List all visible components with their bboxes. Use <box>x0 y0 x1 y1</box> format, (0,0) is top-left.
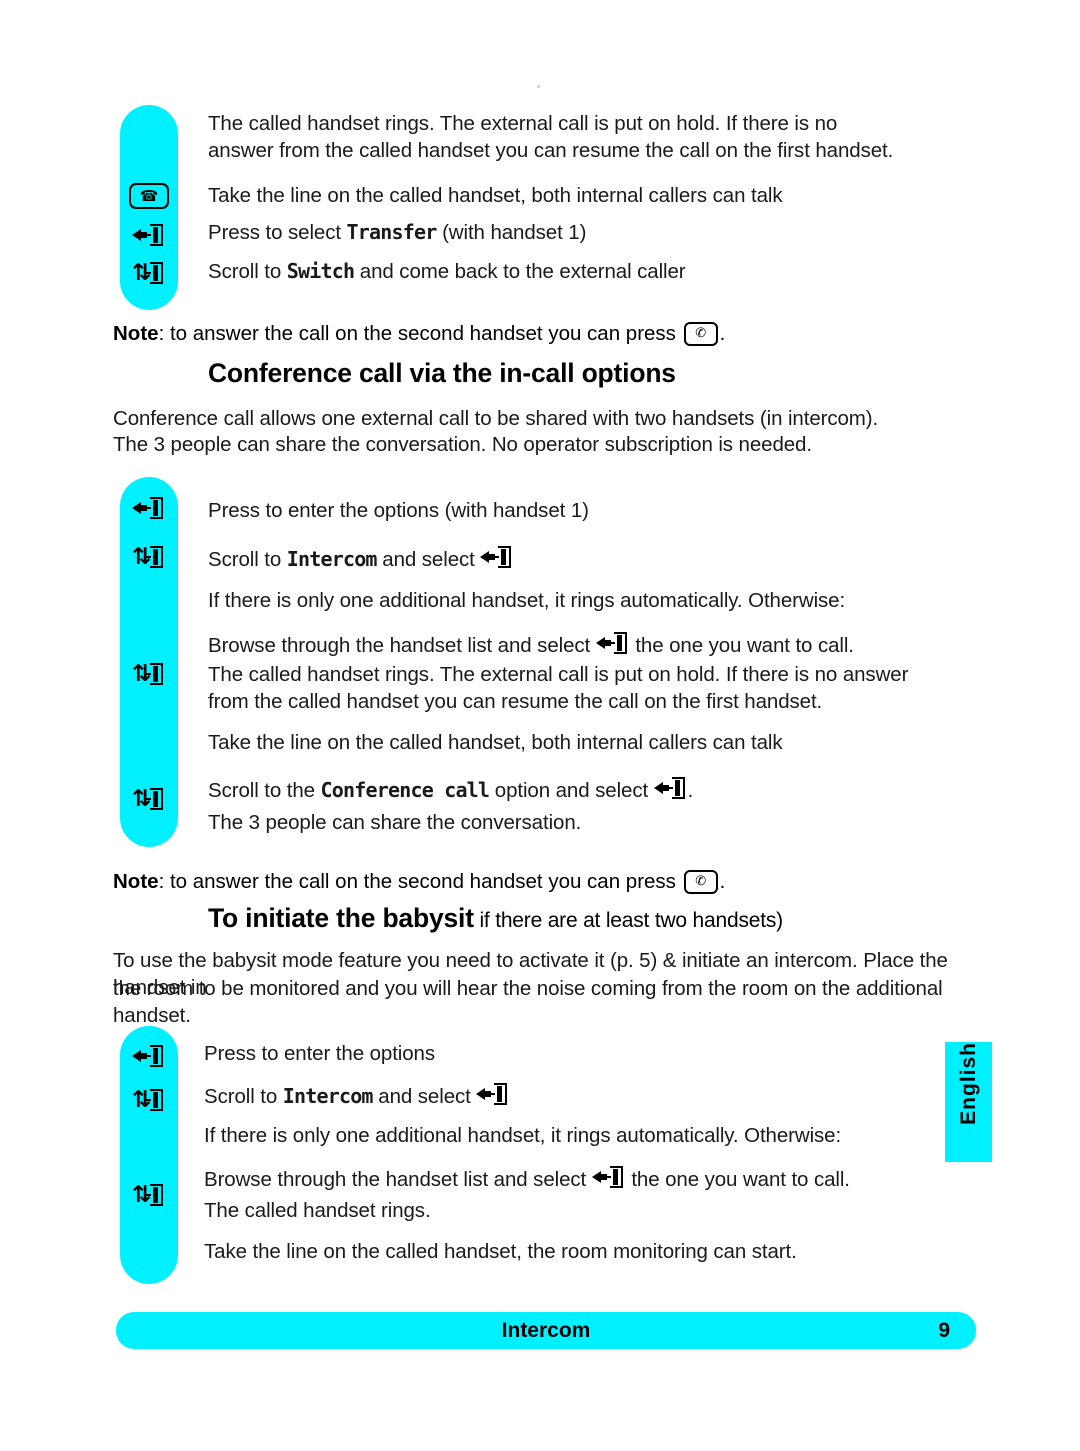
heading-babysit-subtitle: if there are at least two handsets) <box>473 909 783 932</box>
note-label: Note <box>113 870 159 893</box>
transfer-line-3-post: (with handset 1) <box>436 221 587 244</box>
select-key-icon <box>595 631 630 655</box>
heading-conference-text: Conference call via the in-call options <box>208 358 676 388</box>
note-text: : to answer the call on the second hands… <box>158 322 682 345</box>
conference-step-4: Browse through the handset list and sele… <box>208 631 968 659</box>
page-footer: Intercom 9 <box>116 1312 976 1349</box>
transfer-line-4-post: and come back to the external caller <box>354 260 686 283</box>
scroll-key-icon: ⇅ <box>120 1183 178 1208</box>
note-text-end: . <box>719 870 726 893</box>
transfer-line-3-pre: Press to select <box>208 221 347 244</box>
select-key-icon <box>120 496 178 521</box>
select-key-icon <box>120 1044 178 1069</box>
babysit-step-4-post: the one you want to call. <box>625 1168 850 1191</box>
conference-step-4-pre: Browse through the handset list and sele… <box>208 634 596 657</box>
intro-conference-line-2: The 3 people can share the conversation.… <box>113 431 943 458</box>
babysit-step-5-text: The called handset rings. <box>204 1199 431 1222</box>
footer-page-number: 9 <box>938 1318 950 1342</box>
conference-step-2-pre: Scroll to <box>208 548 287 571</box>
conference-step-5: The called handset rings. The external c… <box>208 661 968 688</box>
note-transfer: Note: to answer the call on the second h… <box>113 320 913 347</box>
language-tab-label: English <box>956 1042 980 1125</box>
step-rail-conference: ⇅ ⇅ ⇅ <box>120 477 178 847</box>
intro-babysit-text-2: the room to be monitored and you will he… <box>113 977 943 1027</box>
babysit-step-3: If there is only one additional handset,… <box>204 1122 934 1149</box>
heading-babysit-text: To initiate the babysit <box>208 903 474 933</box>
talk-key-icon: ☎ <box>120 183 178 209</box>
page-title-babysit: To initiate the babysit if there are at … <box>208 903 1008 934</box>
transfer-line-2-text: Take the line on the called handset, bot… <box>208 184 783 207</box>
lcd-intercom: Intercom <box>286 547 378 571</box>
scroll-key-icon: ⇅ <box>120 787 178 812</box>
scroll-key-icon: ⇅ <box>120 261 178 286</box>
conference-step-8-post: . <box>687 779 694 802</box>
conference-step-8: Scroll to the Conference call option and… <box>208 776 968 804</box>
note-text-end: . <box>719 322 726 345</box>
lcd-intercom: Intercom <box>282 1084 374 1108</box>
select-key-icon <box>591 1165 626 1189</box>
transfer-line-3: Press to select Transfer (with handset 1… <box>208 219 908 246</box>
babysit-step-5: The called handset rings. <box>204 1197 934 1224</box>
transfer-line-2: Take the line on the called handset, bot… <box>208 182 908 209</box>
footer-section-title: Intercom <box>501 1318 591 1342</box>
conference-step-7-text: Take the line on the called handset, bot… <box>208 731 783 754</box>
babysit-step-4: Browse through the handset list and sele… <box>204 1165 964 1193</box>
babysit-step-6-text: Take the line on the called handset, the… <box>204 1240 797 1263</box>
lcd-conference-call: Conference call <box>320 778 490 802</box>
transfer-line-4: Scroll to Switch and come back to the ex… <box>208 258 908 285</box>
scroll-key-icon: ⇅ <box>120 662 178 687</box>
select-key-icon <box>120 223 178 248</box>
conference-step-9: The 3 people can share the conversation. <box>208 809 968 836</box>
conference-step-7: Take the line on the called handset, bot… <box>208 729 968 756</box>
conference-step-6: from the called handset you can resume t… <box>208 688 968 715</box>
babysit-step-6: Take the line on the called handset, the… <box>204 1238 964 1265</box>
conference-step-4-post: the one you want to call. <box>629 634 854 657</box>
conference-step-3: If there is only one additional handset,… <box>208 587 968 614</box>
conference-step-5-text: The called handset rings. The external c… <box>208 663 909 686</box>
babysit-step-4-pre: Browse through the handset list and sele… <box>204 1168 592 1191</box>
step-rail-transfer: ☎ ⇅ <box>120 105 178 310</box>
intro-conference-line-1: Conference call allows one external call… <box>113 405 943 432</box>
intro-conference-text-2: The 3 people can share the conversation.… <box>113 433 812 456</box>
babysit-step-2: Scroll to Intercom and select <box>204 1082 934 1110</box>
page-title-conference: Conference call via the in-call options <box>208 358 968 389</box>
note-text: : to answer the call on the second hands… <box>158 870 682 893</box>
intro-babysit-line-2: the room to be monitored and you will he… <box>113 975 983 1029</box>
step-rail-babysit: ⇅ ⇅ <box>120 1026 178 1284</box>
transfer-line-4-pre: Scroll to <box>208 260 287 283</box>
transfer-line-1-text: The called handset rings. The external c… <box>208 112 894 162</box>
babysit-step-1: Press to enter the options <box>204 1040 934 1067</box>
select-key-icon <box>476 1082 510 1106</box>
transfer-line-1: The called handset rings. The external c… <box>208 110 908 164</box>
babysit-step-3-text: If there is only one additional handset,… <box>204 1124 842 1147</box>
language-tab-english: English <box>945 1042 992 1162</box>
conference-step-3-text: If there is only one additional handset,… <box>208 589 846 612</box>
note-conference: Note: to answer the call on the second h… <box>113 868 933 895</box>
conference-step-2: Scroll to Intercom and select <box>208 545 968 573</box>
select-key-icon <box>480 545 514 569</box>
handsfree-key-icon: ✆ <box>683 870 718 894</box>
scroll-key-icon: ⇅ <box>120 545 178 570</box>
select-key-icon <box>653 776 688 800</box>
conference-step-8-pre: Scroll to the <box>208 779 321 802</box>
lcd-transfer: Transfer <box>346 220 438 244</box>
babysit-step-2-pre: Scroll to <box>204 1085 283 1108</box>
scroll-key-icon: ⇅ <box>120 1088 178 1113</box>
lcd-switch: Switch <box>286 259 355 283</box>
babysit-step-2-post: and select <box>372 1085 477 1108</box>
intro-conference-text-1: Conference call allows one external call… <box>113 407 879 430</box>
conference-step-9-text: The 3 people can share the conversation. <box>208 811 582 834</box>
conference-step-1-text: Press to enter the options (with handset… <box>208 499 589 522</box>
handsfree-key-icon: ✆ <box>683 322 718 346</box>
scan-artifact <box>537 85 540 88</box>
manual-page: ☎ ⇅ The called handset rings. The extern… <box>0 0 1080 1451</box>
note-label: Note <box>113 322 159 345</box>
conference-step-6-text: from the called handset you can resume t… <box>208 690 823 713</box>
conference-step-1: Press to enter the options (with handset… <box>208 497 968 524</box>
conference-step-2-post: and select <box>376 548 481 571</box>
conference-step-8-mid: option and select <box>489 779 654 802</box>
babysit-step-1-text: Press to enter the options <box>204 1042 436 1065</box>
